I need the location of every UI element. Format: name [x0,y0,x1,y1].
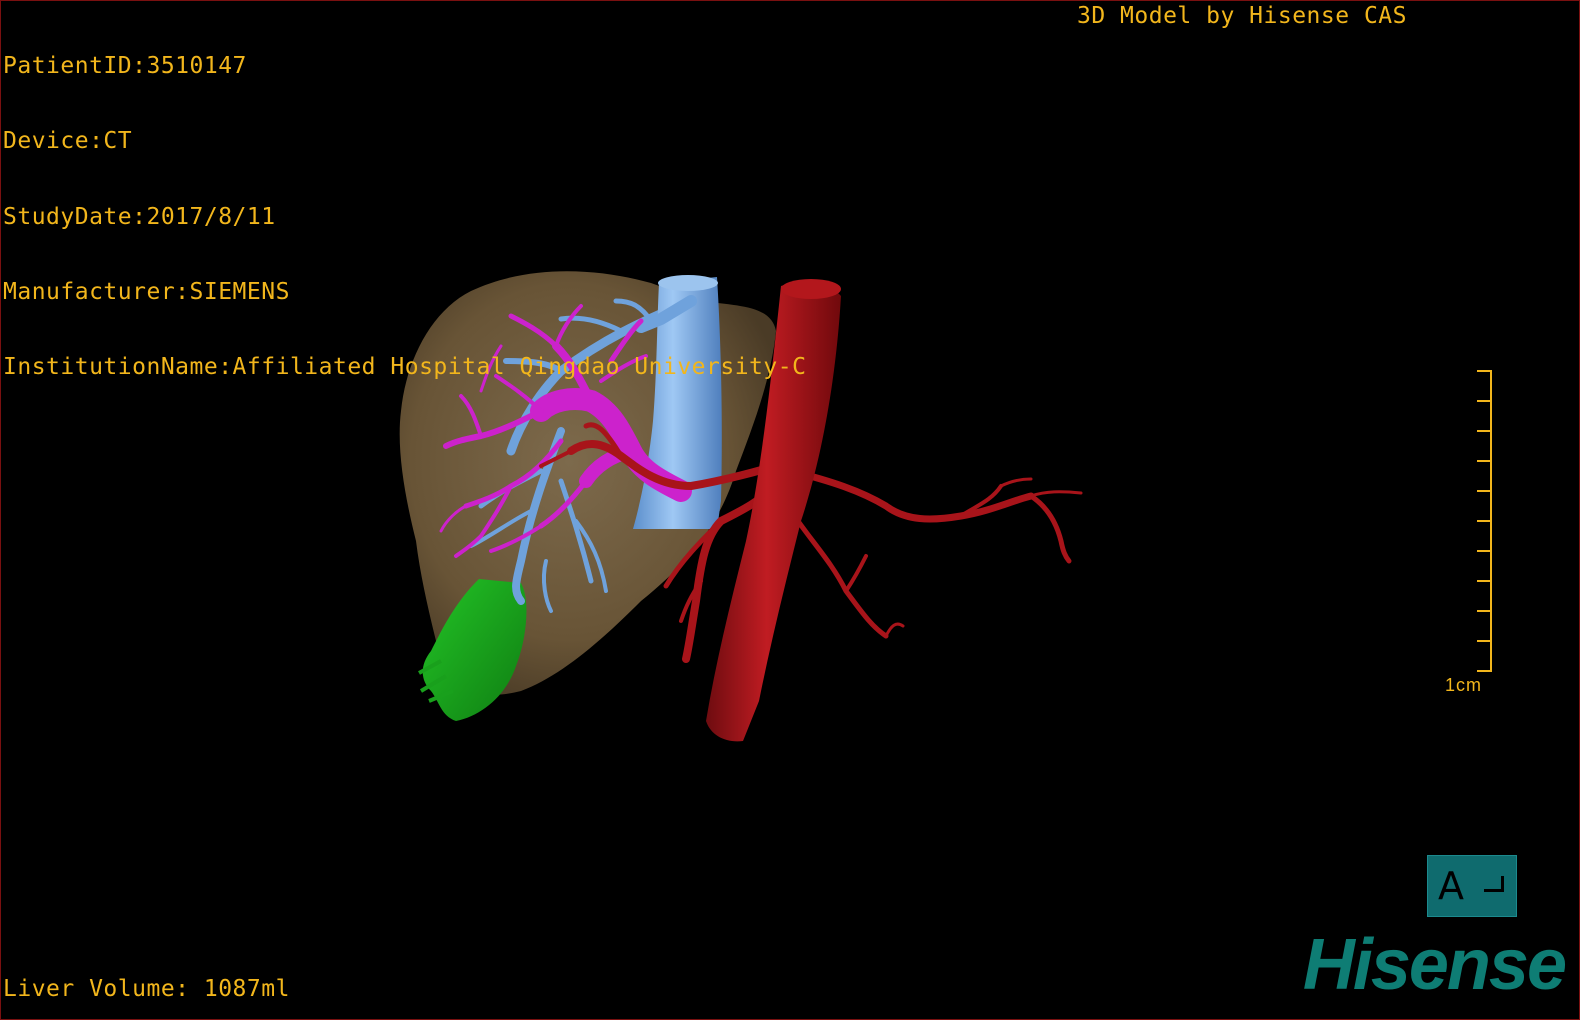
patient-info-overlay: PatientID:3510147 Device:CT StudyDate:20… [3,4,806,430]
scale-label: 1cm [1445,675,1483,695]
scale-bar [1477,370,1492,672]
corner-bracket-icon [1484,876,1504,892]
patient-id-text: PatientID:3510147 [3,53,247,79]
study-date-text: StudyDate:2017/8/11 [3,203,276,230]
device-text: Device:CT [3,128,133,155]
orientation-cube[interactable]: A [1427,855,1517,917]
model-brand-caption: 3D Model by Hisense CAS [1077,3,1407,29]
manufacturer-text: Manufacturer:SIEMENS [3,278,290,305]
3d-viewport[interactable]: PatientID:3510147 Device:CT StudyDate:20… [0,0,1580,1020]
institution-name-text: InstitutionName:Affiliated Hospital Qing… [3,354,807,381]
hisense-logo: Hisense [1302,925,1567,1005]
orientation-letter: A [1438,864,1464,908]
liver-volume-readout: Liver Volume: 1087ml [3,976,290,1002]
